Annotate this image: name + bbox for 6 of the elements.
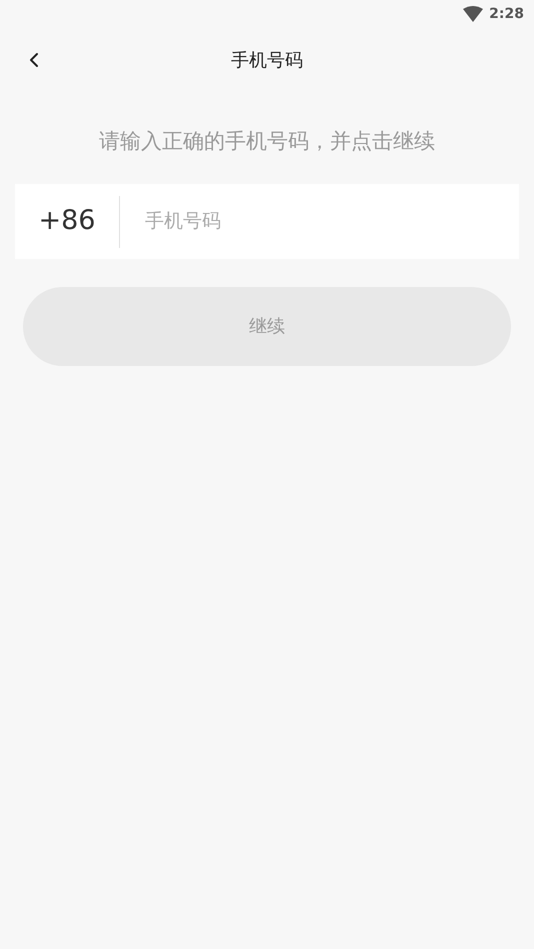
phone-field[interactable]: +86 手机号码 bbox=[15, 184, 519, 259]
page-title: 手机号码 bbox=[231, 48, 303, 72]
wifi-icon bbox=[463, 6, 484, 22]
country-code[interactable]: +86 bbox=[15, 201, 119, 242]
instruction-text: 请输入正确的手机号码，并点击继续 bbox=[99, 128, 435, 156]
status-time: 2:28 bbox=[489, 4, 524, 24]
